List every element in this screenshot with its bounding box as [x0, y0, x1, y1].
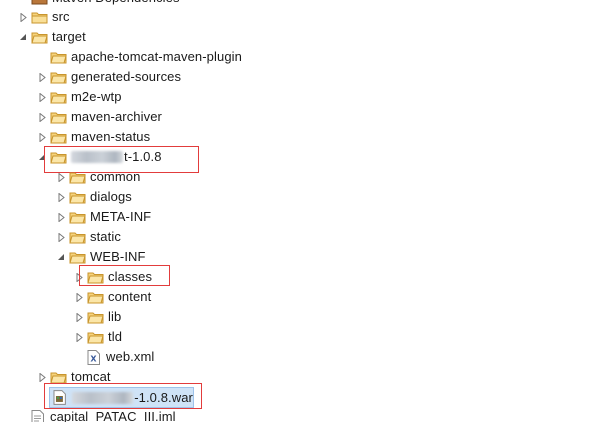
tree-node-label: dialogs — [90, 189, 132, 204]
tree-node-label: tld — [108, 329, 123, 344]
folder-open-icon — [69, 252, 86, 264]
collapsed-arrow-icon[interactable] — [37, 107, 47, 127]
tree-node-label: Maven Dependencies — [52, 0, 180, 8]
folder-open-icon — [31, 32, 48, 44]
tree-node-label: META-INF — [90, 209, 152, 224]
tree-node-dialogs[interactable]: dialogs — [56, 187, 132, 207]
folder-icon — [50, 112, 67, 124]
tree-node-label: web.xml — [106, 349, 155, 364]
tree-node-label: generated-sources — [71, 69, 182, 84]
red-highlight-box — [79, 265, 170, 286]
tree-node-lib[interactable]: lib — [74, 307, 121, 327]
xml-file-icon: X — [87, 349, 100, 365]
tree-node-maven-status[interactable]: maven-status — [37, 127, 150, 147]
tree-node-apache-tomcat-maven-plugin[interactable]: apache-tomcat-maven-plugin — [37, 47, 242, 67]
tree-node-label: apache-tomcat-maven-plugin — [71, 49, 242, 64]
collapsed-arrow-icon[interactable] — [56, 227, 66, 247]
tree-node-label: m2e-wtp — [71, 89, 122, 104]
folder-icon — [50, 92, 67, 104]
collapsed-arrow-icon[interactable] — [37, 67, 47, 87]
tree-node-generated-sources[interactable]: generated-sources — [37, 67, 181, 87]
svg-text:X: X — [90, 354, 97, 363]
collapsed-arrow-icon[interactable] — [56, 167, 66, 187]
collapsed-arrow-icon[interactable] — [56, 187, 66, 207]
folder-icon — [69, 232, 86, 244]
folder-icon — [50, 72, 67, 84]
collapsed-arrow-icon[interactable] — [37, 87, 47, 107]
folder-icon — [50, 52, 67, 64]
tree-node-label: content — [108, 289, 152, 304]
folder-icon — [69, 192, 86, 204]
collapsed-arrow-icon[interactable] — [74, 287, 84, 307]
folder-icon — [50, 372, 67, 384]
tree-node-label: maven-archiver — [71, 109, 162, 124]
no-arrow-spacer — [37, 47, 47, 67]
collapsed-arrow-icon[interactable] — [74, 307, 84, 327]
tree-node-tld[interactable]: tld — [74, 327, 122, 347]
tree-node-iml-file[interactable]: capital_PATAC_III.iml — [18, 407, 176, 422]
collapsed-arrow-icon[interactable] — [56, 207, 66, 227]
file-icon — [31, 409, 44, 422]
folder-icon — [69, 172, 86, 184]
tree-node-static[interactable]: static — [56, 227, 121, 247]
expanded-arrow-icon[interactable] — [18, 27, 28, 47]
tree-node-label: WEB-INF — [90, 249, 146, 264]
tree-node-m2e-wtp[interactable]: m2e-wtp — [37, 87, 122, 107]
collapsed-arrow-icon[interactable] — [37, 127, 47, 147]
no-arrow-spacer — [74, 347, 84, 367]
tree-node-label: maven-status — [71, 129, 151, 144]
tree-node-label: static — [90, 229, 121, 244]
tree-node-label: capital_PATAC_III.iml — [50, 409, 176, 422]
tree-node-label: lib — [108, 309, 122, 324]
red-highlight-box — [44, 383, 202, 409]
tree-node-web-inf[interactable]: WEB-INF — [56, 247, 146, 267]
folder-icon — [87, 332, 104, 344]
no-arrow-spacer — [18, 407, 28, 422]
folder-icon — [87, 312, 104, 324]
tree-node-meta-inf[interactable]: META-INF — [56, 207, 151, 227]
tree-node-label: src — [52, 9, 70, 24]
tree-node-maven-archiver[interactable]: maven-archiver — [37, 107, 162, 127]
folder-icon — [50, 132, 67, 144]
folder-icon — [31, 12, 48, 24]
collapsed-arrow-icon[interactable] — [74, 327, 84, 347]
expanded-arrow-icon[interactable] — [56, 247, 66, 267]
project-explorer-tree: Maven Dependencies src target apache-tom… — [0, 0, 593, 422]
library-icon — [31, 0, 48, 5]
tree-node-label: target — [52, 29, 86, 44]
collapsed-arrow-icon[interactable] — [18, 7, 28, 27]
folder-icon — [69, 212, 86, 224]
folder-icon — [87, 292, 104, 304]
tree-node-target[interactable]: target — [18, 27, 86, 47]
tree-node-web-xml[interactable]: X web.xml — [74, 347, 154, 367]
tree-node-common[interactable]: common — [56, 167, 140, 187]
tree-node-src[interactable]: src — [18, 7, 70, 27]
tree-node-content[interactable]: content — [74, 287, 151, 307]
tree-node-label: common — [90, 169, 141, 184]
